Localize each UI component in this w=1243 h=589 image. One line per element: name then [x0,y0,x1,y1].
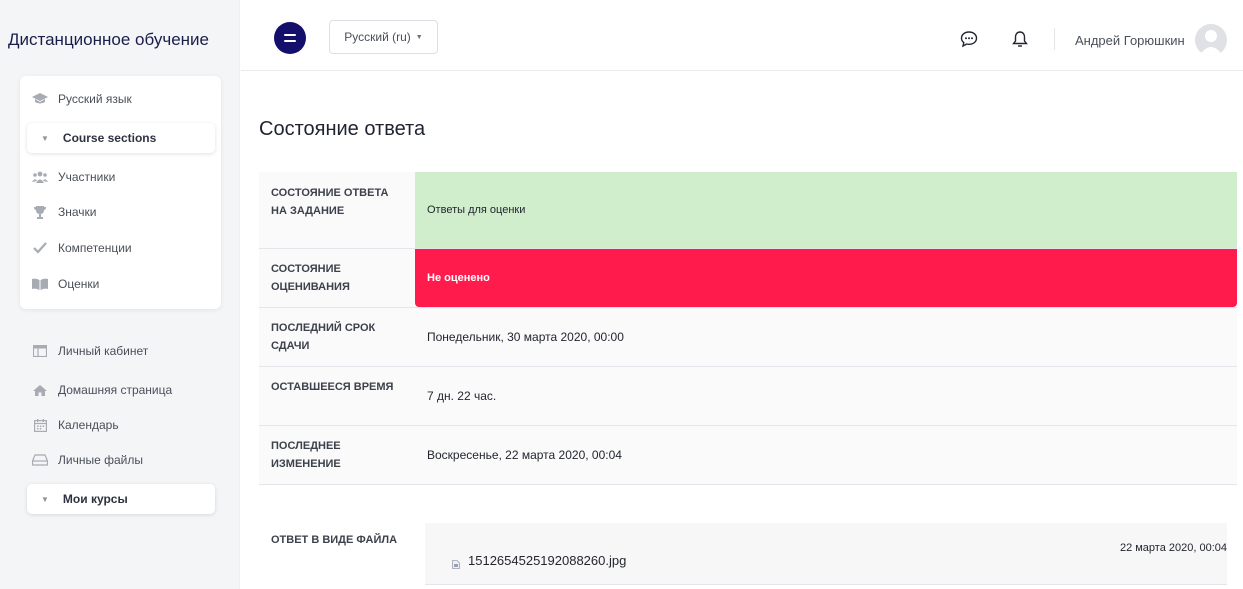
top-navbar: Русский (ru) ▼ Андрей Горюшкин [241,12,1243,71]
file-submission-label: ОТВЕТ В ВИДЕ ФАЙЛА [271,534,398,546]
site-brand[interactable]: Дистанционное обучение [8,30,209,50]
sidebar-item-label: Календарь [58,418,119,432]
home-icon [32,383,48,397]
sidebar-item-dashboard[interactable]: Личный кабинет [32,344,148,358]
row-label: Оставшееся время [271,381,394,393]
table-row: Последнее изменение Воскресенье, 22 март… [259,426,1237,485]
language-select[interactable]: Русский (ru) ▼ [329,20,438,54]
sidebar-item-label: Оценки [58,277,100,291]
caret-down-icon: ▼ [41,494,49,504]
language-label: Русский (ru) [344,30,411,44]
page-title: Состояние ответа [259,118,426,140]
file-icon [452,556,460,569]
row-label: Состояние оценивания [271,263,350,293]
table-row: Состояние оценивания Не оценено [259,249,1237,308]
my-courses-label: Мои курсы [62,492,128,506]
caret-down-icon: ▼ [41,133,49,143]
sidebar-item-label: Значки [58,205,97,219]
trophy-icon [32,205,48,219]
row-label: Последний срок сдачи [271,322,376,352]
sidebar-item-label: Личные файлы [58,453,143,467]
drive-icon [32,453,48,467]
caret-down-icon: ▼ [415,33,423,41]
book-icon [32,277,48,291]
sidebar: Дистанционное обучение Русский язык ▼ Co… [0,0,240,589]
course-nav-card [20,76,221,309]
course-link[interactable]: Русский язык [32,92,132,106]
sidebar-item-label: Личный кабинет [58,344,149,358]
file-date: 22 марта 2020, 00:04 [1119,542,1227,554]
table-row: Оставшееся время 7 дн. 22 час. [259,367,1237,426]
submission-status-value: Ответы для оценки [415,172,1237,248]
avatar[interactable] [1195,24,1227,56]
my-courses-toggle[interactable]: ▼ Мои курсы [27,484,215,514]
due-date-value: Понедельник, 30 марта 2020, 00:00 [427,330,624,344]
row-label: Состояние ответа на задание [271,187,389,217]
file-link[interactable]: 1512654525192088260.jpg [468,553,626,568]
messages-icon[interactable] [960,30,978,48]
row-label: Последнее изменение [271,440,341,470]
users-icon [32,170,48,184]
file-submission-box: 1512654525192088260.jpg 22 марта 2020, 0… [425,523,1227,585]
sidebar-item-competencies[interactable]: Компетенции [32,241,132,255]
menu-toggle-button[interactable] [274,22,306,54]
sidebar-item-label: Домашняя страница [58,383,173,397]
sidebar-item-grades[interactable]: Оценки [32,277,99,291]
graduation-cap-icon [32,92,48,106]
time-remaining-value: 7 дн. 22 час. [427,389,497,403]
divider [1054,28,1055,50]
dashboard-icon [32,344,48,358]
sidebar-item-home[interactable]: Домашняя страница [32,383,172,397]
sidebar-item-private-files[interactable]: Личные файлы [32,453,143,467]
sidebar-item-participants[interactable]: Участники [32,170,115,184]
table-row: Последний срок сдачи Понедельник, 30 мар… [259,308,1237,367]
table-row: Состояние ответа на задание Ответы для о… [259,172,1237,249]
bell-icon[interactable] [1011,30,1029,48]
sidebar-item-badges[interactable]: Значки [32,205,97,219]
check-icon [32,241,48,255]
hamburger-line [284,34,296,36]
user-menu-name[interactable]: Андрей Горюшкин [1075,33,1185,48]
sidebar-item-label: Участники [58,170,116,184]
last-modified-value: Воскресенье, 22 марта 2020, 00:04 [427,448,622,462]
sidebar-item-calendar[interactable]: Календарь [32,418,119,432]
sidebar-item-label: Компетенции [58,241,132,255]
course-sections-label: Course sections [62,131,157,145]
course-name: Русский язык [58,92,132,106]
course-sections-toggle[interactable]: ▼ Course sections [27,123,215,153]
grading-status-value: Не оценено [415,249,1237,307]
calendar-icon [32,418,48,432]
hamburger-line [284,40,296,42]
